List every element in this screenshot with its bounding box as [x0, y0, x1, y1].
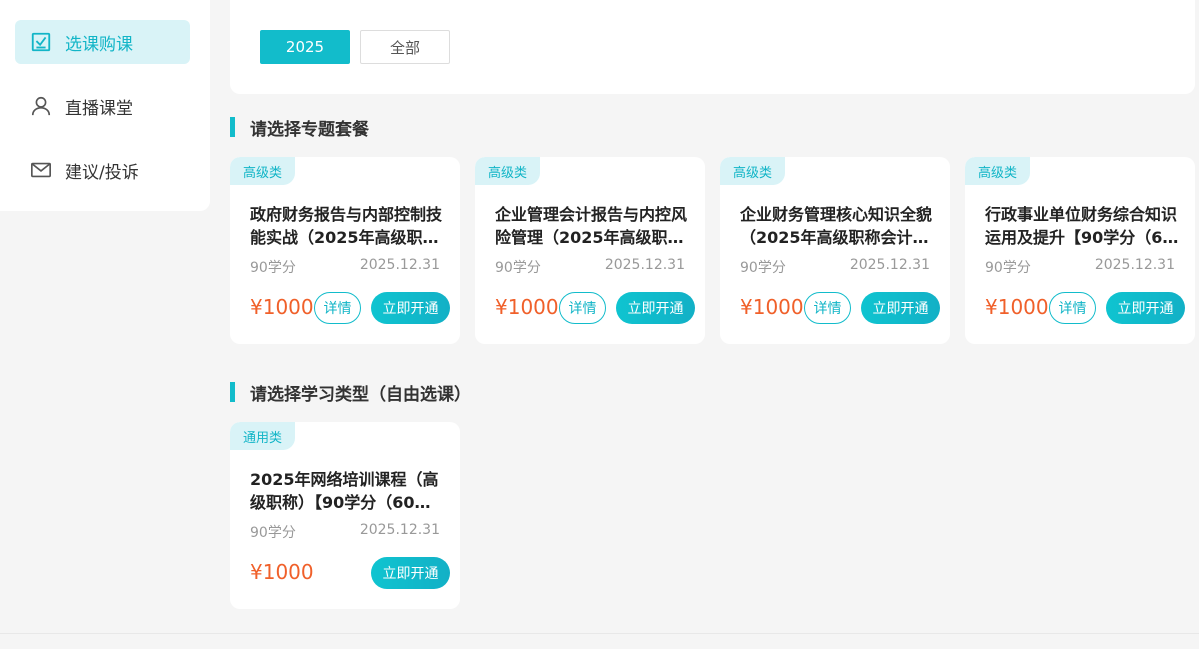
year-filter-2025[interactable]: 2025: [260, 30, 350, 64]
card-date: 2025.12.31: [1094, 257, 1175, 273]
card-tag: 高级类: [720, 157, 786, 185]
card-credits: 90学分: [250, 260, 296, 276]
mail-icon: [29, 158, 53, 182]
card-price: ¥1000: [250, 560, 314, 584]
sidebar: 选课购课 直播课堂 建议/投诉: [0, 0, 210, 211]
card-title[interactable]: 企业财务管理核心知识全貌（2025年高级职称会计继续教育）: [740, 203, 935, 249]
package-card: 高级类 政府财务报告与内部控制技能实战（2025年高级职称会计继续教育） 90学…: [230, 157, 460, 344]
year-filter-all[interactable]: 全部: [360, 30, 450, 64]
sidebar-item-label: 建议/投诉: [65, 162, 139, 183]
detail-button[interactable]: 详情: [1049, 292, 1096, 324]
sidebar-item-label: 直播课堂: [65, 98, 133, 119]
card-title[interactable]: 企业管理会计报告与内控风险管理（2025年高级职称会计继续教育）: [495, 203, 690, 249]
card-price: ¥1000: [985, 295, 1049, 319]
card-tag: 高级类: [475, 157, 541, 185]
package-card: 高级类 企业管理会计报告与内控风险管理（2025年高级职称会计继续教育） 90学…: [475, 157, 705, 344]
detail-button[interactable]: 详情: [559, 292, 606, 324]
card-tag: 高级类: [230, 157, 296, 185]
open-now-button[interactable]: 立即开通: [1106, 292, 1185, 324]
card-price: ¥1000: [250, 295, 314, 319]
card-credits: 90学分: [985, 260, 1031, 276]
course-card: 通用类 2025年网络培训课程（高级职称）【90学分（60学时）】 90学分 2…: [230, 422, 460, 609]
card-credits: 90学分: [250, 525, 296, 541]
card-date: 2025.12.31: [359, 522, 440, 538]
open-now-button[interactable]: 立即开通: [371, 292, 450, 324]
sidebar-item-live-class[interactable]: 直播课堂: [15, 84, 190, 128]
card-credits: 90学分: [740, 260, 786, 276]
card-price: ¥1000: [740, 295, 804, 319]
package-card: 高级类 企业财务管理核心知识全貌（2025年高级职称会计继续教育） 90学分 2…: [720, 157, 950, 344]
checkbox-icon: [29, 30, 53, 54]
sidebar-item-course-select[interactable]: 选课购课: [15, 20, 190, 64]
sidebar-item-label: 选课购课: [65, 34, 133, 55]
free-courses-section-title: 请选择学习类型（自由选课）: [230, 382, 471, 405]
card-title[interactable]: 政府财务报告与内部控制技能实战（2025年高级职称会计继续教育）: [250, 203, 445, 249]
divider: [0, 633, 1199, 634]
package-card: 高级类 行政事业单位财务综合知识运用及提升【90学分（60学时）】 90学分 2…: [965, 157, 1195, 344]
user-icon: [29, 94, 53, 118]
card-credits: 90学分: [495, 260, 541, 276]
open-now-button[interactable]: 立即开通: [371, 557, 450, 589]
card-title[interactable]: 2025年网络培训课程（高级职称）【90学分（60学时）】: [250, 468, 445, 514]
card-title[interactable]: 行政事业单位财务综合知识运用及提升【90学分（60学时）】: [985, 203, 1180, 249]
card-price: ¥1000: [495, 295, 559, 319]
card-tag: 通用类: [230, 422, 296, 450]
card-tag: 高级类: [965, 157, 1031, 185]
card-date: 2025.12.31: [604, 257, 685, 273]
year-filter-panel: 2025 全部: [230, 0, 1195, 94]
detail-button[interactable]: 详情: [804, 292, 851, 324]
sidebar-item-feedback[interactable]: 建议/投诉: [15, 148, 190, 192]
detail-button[interactable]: 详情: [314, 292, 361, 324]
open-now-button[interactable]: 立即开通: [616, 292, 695, 324]
card-date: 2025.12.31: [849, 257, 930, 273]
card-date: 2025.12.31: [359, 257, 440, 273]
packages-section-title: 请选择专题套餐: [230, 117, 369, 140]
open-now-button[interactable]: 立即开通: [861, 292, 940, 324]
